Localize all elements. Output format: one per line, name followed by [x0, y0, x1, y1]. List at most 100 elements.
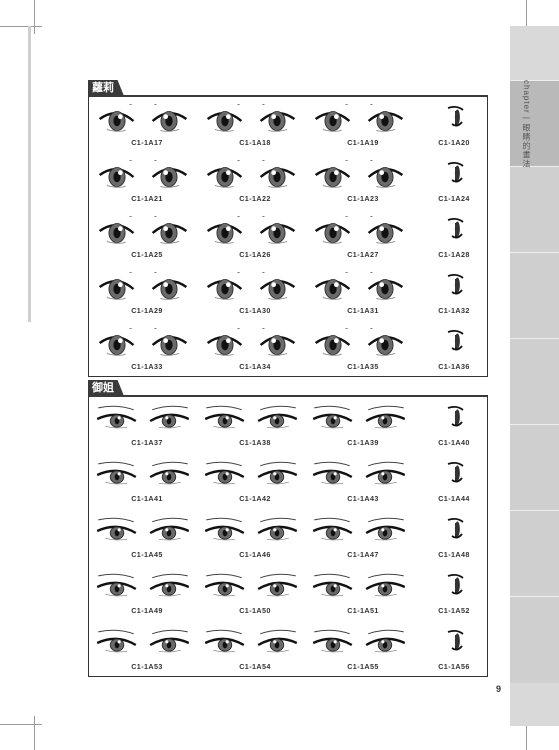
- eye-sample-cell: C1-1A31: [309, 268, 417, 322]
- chapter-title: 眼睛的畫法: [522, 123, 531, 169]
- eye-profile-illustration: [447, 405, 464, 427]
- eye-code-label: C1-1A35: [347, 362, 379, 371]
- eye-left-illustration: [314, 104, 351, 132]
- eye-right-illustration: [257, 629, 297, 653]
- eye-sample-cell: C1-1A32: [417, 268, 491, 322]
- section-onee: 御姐 C1-1A37 C1-1A38 C1-1A39 C1-1A40 C1-1A41 C1…: [88, 380, 488, 677]
- eye-right-illustration: [259, 216, 296, 244]
- eye-sample-cell: C1-1A54: [201, 624, 309, 678]
- eye-code-label: C1-1A39: [347, 438, 379, 447]
- eye-right-illustration: [367, 272, 404, 300]
- eye-right-illustration: [149, 573, 189, 597]
- section-frame: C1-1A17 C1-1A18 C1-1A19 C1-1A20 C1-1A21 C1-1A…: [88, 96, 488, 377]
- eye-code-label: C1-1A38: [239, 438, 271, 447]
- eye-code-label: C1-1A50: [239, 606, 271, 615]
- eye-right-illustration: [151, 328, 188, 356]
- eye-code-label: C1-1A45: [131, 550, 163, 559]
- eye-right-illustration: [149, 517, 189, 541]
- eye-profile-illustration: [447, 329, 464, 351]
- eye-left-illustration: [206, 104, 243, 132]
- eye-sample-cell: C1-1A17: [93, 100, 201, 154]
- eye-code-label: C1-1A41: [131, 494, 163, 503]
- side-tab-segment: [510, 252, 559, 339]
- eye-left-illustration: [313, 629, 353, 653]
- eye-sample-cell: C1-1A35: [309, 324, 417, 378]
- eye-right-illustration: [151, 160, 188, 188]
- eye-code-label: C1-1A17: [131, 138, 163, 147]
- eye-code-label: C1-1A51: [347, 606, 379, 615]
- section-label: 御姐: [88, 380, 124, 396]
- eye-code-label: C1-1A27: [347, 250, 379, 259]
- section-loli: 蘿莉 C1-1A17 C1-1A18 C1-1A19 C1-1A20 C1-1A21 C1…: [88, 80, 488, 377]
- eye-code-label: C1-1A56: [438, 662, 470, 671]
- eye-left-illustration: [314, 216, 351, 244]
- eye-sample-cell: C1-1A45: [93, 512, 201, 566]
- side-tab-segment: [510, 166, 559, 253]
- eye-left-illustration: [206, 160, 243, 188]
- eye-sample-cell: C1-1A27: [309, 212, 417, 266]
- eye-right-illustration: [257, 573, 297, 597]
- eye-left-illustration: [205, 517, 245, 541]
- eye-right-illustration: [257, 405, 297, 429]
- eye-grid: C1-1A17 C1-1A18 C1-1A19 C1-1A20 C1-1A21 C1-1A…: [89, 96, 487, 376]
- eye-right-illustration: [365, 405, 405, 429]
- eye-right-illustration: [365, 461, 405, 485]
- side-tab-segment: [510, 510, 559, 597]
- eye-sample-cell: C1-1A26: [201, 212, 309, 266]
- eye-code-label: C1-1A46: [239, 550, 271, 559]
- crop-mark-top-left-h: [0, 26, 42, 27]
- eye-code-label: C1-1A29: [131, 306, 163, 315]
- eye-left-illustration: [97, 405, 137, 429]
- eye-sample-cell: C1-1A22: [201, 156, 309, 210]
- eye-left-illustration: [97, 629, 137, 653]
- eye-sample-cell: C1-1A50: [201, 568, 309, 622]
- eye-profile-illustration: [447, 629, 464, 651]
- eye-sample-cell: C1-1A37: [93, 400, 201, 454]
- eye-left-illustration: [313, 405, 353, 429]
- eye-sample-cell: C1-1A56: [417, 624, 491, 678]
- eye-sample-cell: C1-1A20: [417, 100, 491, 154]
- eye-profile-illustration: [447, 573, 464, 595]
- eye-right-illustration: [151, 104, 188, 132]
- eye-right-illustration: [259, 272, 296, 300]
- eye-right-illustration: [259, 328, 296, 356]
- eye-sample-cell: C1-1A21: [93, 156, 201, 210]
- eye-code-label: C1-1A23: [347, 194, 379, 203]
- eye-sample-cell: C1-1A24: [417, 156, 491, 210]
- eye-right-illustration: [149, 629, 189, 653]
- eye-left-illustration: [98, 104, 135, 132]
- eye-right-illustration: [365, 517, 405, 541]
- eye-code-label: C1-1A21: [131, 194, 163, 203]
- eye-left-illustration: [314, 328, 351, 356]
- eye-left-illustration: [314, 160, 351, 188]
- eye-profile-illustration: [447, 461, 464, 483]
- eye-sample-cell: C1-1A43: [309, 456, 417, 510]
- eye-sample-cell: C1-1A41: [93, 456, 201, 510]
- eye-code-label: C1-1A47: [347, 550, 379, 559]
- eye-profile-illustration: [447, 217, 464, 239]
- eye-left-illustration: [314, 272, 351, 300]
- eye-right-illustration: [259, 104, 296, 132]
- eye-left-illustration: [206, 328, 243, 356]
- eye-code-label: C1-1A37: [131, 438, 163, 447]
- eye-left-illustration: [313, 461, 353, 485]
- eye-code-label: C1-1A26: [239, 250, 271, 259]
- eye-right-illustration: [367, 328, 404, 356]
- eye-left-illustration: [206, 272, 243, 300]
- eye-right-illustration: [151, 272, 188, 300]
- eye-left-illustration: [313, 573, 353, 597]
- eye-right-illustration: [367, 216, 404, 244]
- eye-sample-cell: C1-1A23: [309, 156, 417, 210]
- eye-code-label: C1-1A31: [347, 306, 379, 315]
- eye-profile-illustration: [447, 517, 464, 539]
- side-tab-segment: [510, 424, 559, 511]
- eye-code-label: C1-1A24: [438, 194, 470, 203]
- eye-left-illustration: [98, 328, 135, 356]
- eye-sample-cell: C1-1A52: [417, 568, 491, 622]
- eye-code-label: C1-1A25: [131, 250, 163, 259]
- eye-left-illustration: [98, 272, 135, 300]
- section-frame: C1-1A37 C1-1A38 C1-1A39 C1-1A40 C1-1A41 C1-1A…: [88, 396, 488, 677]
- eye-code-label: C1-1A36: [438, 362, 470, 371]
- eye-code-label: C1-1A53: [131, 662, 163, 671]
- eye-code-label: C1-1A54: [239, 662, 271, 671]
